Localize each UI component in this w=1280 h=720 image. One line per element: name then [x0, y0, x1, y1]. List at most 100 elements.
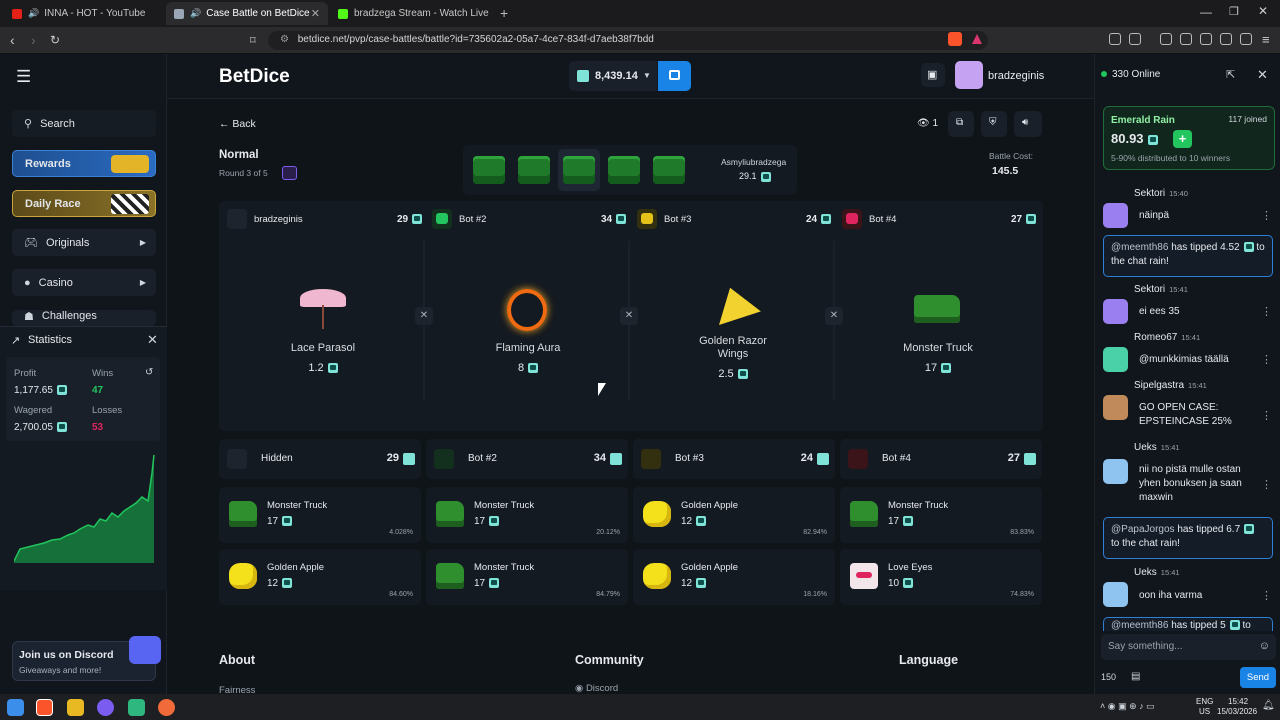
app-icon[interactable] — [158, 699, 175, 716]
more-options-icon[interactable]: ⋮ — [1261, 305, 1272, 318]
more-options-icon[interactable]: ⋮ — [1261, 589, 1272, 602]
close-window-icon[interactable]: ✕ — [1258, 4, 1268, 18]
close-tab-icon[interactable]: ✕ — [311, 7, 320, 20]
chat-username[interactable]: Ueks 15:41 — [1134, 442, 1180, 453]
sidebar-item-challenges[interactable]: ☗ Challenges — [12, 310, 156, 326]
chevron-right-icon: ▶ — [139, 278, 146, 287]
hamburger-menu-icon[interactable]: ☰ — [16, 67, 31, 87]
browser-tab-betdice[interactable]: 🔊 Case Battle on BetDice ✕ — [166, 2, 328, 25]
chat-username[interactable]: Sektori 15:40 — [1134, 188, 1188, 199]
more-options-icon[interactable]: ⋮ — [1261, 209, 1272, 222]
tip-notice: @meemth86 has tipped 4.52 to the chat ra… — [1103, 235, 1273, 277]
browser-tab-youtube[interactable]: 🔊 INNA - HOT - YouTube — [4, 2, 166, 25]
wallet-icon[interactable] — [1200, 33, 1212, 45]
more-options-icon[interactable]: ⋮ — [1261, 409, 1272, 422]
emoji-icon[interactable]: ☺ — [1259, 640, 1270, 652]
rain-title: Emerald Rain — [1111, 115, 1175, 126]
rain-joined: 117 joined — [1228, 114, 1267, 124]
media-icon[interactable] — [1160, 33, 1172, 45]
more-options-icon[interactable]: ⋮ — [1261, 478, 1272, 491]
brave-shield-icon[interactable] — [948, 32, 962, 46]
add-rain-button[interactable]: + — [1173, 130, 1192, 148]
golden-apple-icon — [229, 563, 257, 589]
notification-icon[interactable]: 🔔︎ — [1262, 700, 1275, 711]
new-tab-icon[interactable]: + — [500, 5, 508, 21]
site-info-icon[interactable]: ⚙ — [280, 34, 289, 45]
reload-icon[interactable]: ↻ — [50, 33, 60, 47]
close-statistics-icon[interactable]: ✕ — [147, 332, 158, 348]
won-item-name: Flaming Aura — [495, 342, 561, 354]
avatar[interactable] — [1103, 299, 1128, 324]
wallet-button[interactable] — [658, 61, 691, 91]
sidebar-item-originals[interactable]: 🎮︎ Originals ▶ — [12, 229, 156, 256]
brave-rewards-icon[interactable] — [972, 34, 982, 44]
file-explorer-icon[interactable] — [67, 699, 84, 716]
footer-discord-link[interactable]: ◉ Discord — [575, 683, 618, 694]
sidebar-toggle-icon[interactable] — [1180, 33, 1192, 45]
avatar[interactable] — [955, 61, 983, 89]
close-chat-icon[interactable]: ✕ — [1257, 67, 1268, 83]
green-bot-face — [436, 213, 448, 224]
chat-username[interactable]: Sipelgastra 15:41 — [1134, 380, 1207, 391]
balance-display[interactable]: 8,439.14 ▼ — [569, 61, 657, 91]
tip-user[interactable]: @PapaJorgos — [1111, 524, 1175, 535]
drop-card: Monster Truck 17 83.83% — [840, 487, 1042, 543]
extension-icon[interactable] — [1129, 33, 1141, 45]
chat-username[interactable]: Ueks 15:41 — [1134, 567, 1180, 578]
site-logo[interactable]: BetDice — [219, 66, 290, 88]
chat-message-text: oon iha varma — [1139, 590, 1203, 601]
popout-icon[interactable]: ⇱ — [1226, 68, 1235, 81]
app-icon[interactable] — [128, 699, 145, 716]
minimize-icon[interactable]: — — [1200, 5, 1212, 19]
battle-area: ← Back 👁︎ 1 ⧉ ⛨ 🔊︎ Normal Round 3 of 5 A… — [167, 99, 1094, 696]
sidebar-item-casino[interactable]: ● Casino ▶ — [12, 269, 156, 296]
avatar[interactable] — [1103, 582, 1128, 607]
send-button[interactable]: Send — [1240, 667, 1276, 688]
username[interactable]: bradzeginis — [988, 70, 1044, 82]
tray-icons[interactable]: ˄ ◉ ▣ ⊕ ♪ ▭ — [1100, 701, 1155, 712]
browser-tab-kick[interactable]: bradzega Stream - Watch Live on Kic — [330, 2, 492, 25]
tab-title: Case Battle on BetDice — [206, 8, 310, 19]
leo-icon[interactable] — [1220, 33, 1232, 45]
wins-label: Wins — [92, 368, 114, 379]
sound-button[interactable]: 🔊︎ — [1014, 111, 1042, 137]
daily-race-button[interactable]: Daily Race — [12, 190, 156, 217]
clock-time[interactable]: 15:42 — [1228, 697, 1248, 706]
rewards-button[interactable]: Rewards — [12, 150, 156, 177]
gift-button[interactable]: ▣ — [921, 63, 945, 87]
back-button[interactable]: ← Back — [219, 118, 256, 130]
extension-icon[interactable] — [1109, 33, 1121, 45]
history-icon[interactable]: ↺ — [145, 367, 153, 378]
language-indicator[interactable]: ENG — [1196, 697, 1213, 706]
tip-user[interactable]: @meemth86 — [1111, 620, 1168, 631]
rain-amount: 80.93 — [1111, 131, 1158, 146]
brave-taskbar-icon[interactable] — [36, 699, 53, 716]
browser-toolbar: ‹ › ↻ ⌑ ⚙ betdice.net/pvp/case-battles/b… — [0, 27, 1280, 54]
discord-banner[interactable]: Join us on Discord Giveaways and more! — [12, 636, 161, 681]
chat-rules-icon[interactable]: ▤ — [1131, 671, 1140, 682]
copy-button[interactable]: ⧉ — [948, 111, 974, 137]
forward-nav-icon[interactable]: › — [31, 32, 36, 48]
address-bar[interactable]: ⚙ betdice.net/pvp/case-battles/battle?id… — [268, 31, 988, 50]
player-total: 24 — [806, 214, 832, 225]
windows-start-icon[interactable] — [7, 699, 24, 716]
online-dot-icon — [1101, 71, 1107, 77]
avatar[interactable] — [1103, 203, 1128, 228]
bookmark-icon[interactable]: ⌑ — [250, 34, 256, 47]
chat-username[interactable]: Sektori 15:41 — [1134, 284, 1188, 295]
app-icon[interactable] — [97, 699, 114, 716]
avatar[interactable] — [1103, 395, 1128, 420]
chat-input[interactable]: Say something... ☺ — [1101, 634, 1276, 660]
back-nav-icon[interactable]: ‹ — [10, 32, 15, 48]
fairness-button[interactable]: ⛨ — [981, 111, 1007, 137]
tip-user[interactable]: @meemth86 — [1111, 242, 1168, 253]
menu-icon[interactable]: ≡ — [1262, 32, 1270, 47]
search-button[interactable]: ⚲ Search — [12, 110, 156, 137]
maximize-icon[interactable]: ❐ — [1229, 5, 1239, 18]
vpn-icon[interactable] — [1240, 33, 1252, 45]
avatar[interactable] — [1103, 347, 1128, 372]
avatar[interactable] — [1103, 459, 1128, 484]
language-region: US — [1199, 707, 1211, 716]
chat-username[interactable]: Romeo67 15:41 — [1134, 332, 1200, 343]
more-options-icon[interactable]: ⋮ — [1261, 353, 1272, 366]
